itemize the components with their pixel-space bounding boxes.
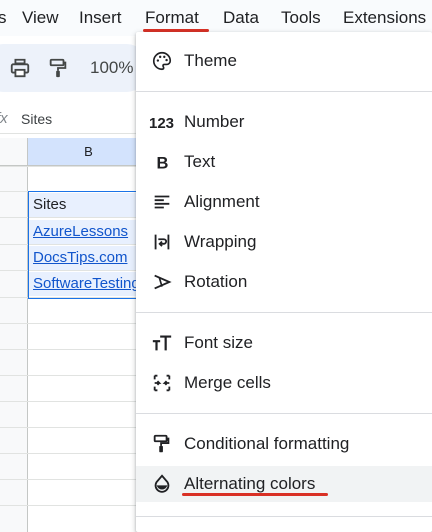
column-header-b[interactable]: B [28,138,150,166]
menu-label: Font size [184,333,253,352]
align-left-icon [150,190,174,214]
merge-cells-icon [150,371,174,395]
svg-text:B: B [157,154,169,172]
formula-input[interactable]: Sites [21,111,52,127]
menu-view[interactable]: View [22,8,59,28]
menu-insert[interactable]: Insert [79,8,122,28]
palette-icon [150,49,174,73]
font-size-icon [150,331,174,355]
fx-label: fx [0,110,8,127]
menu-item-conditional-formatting[interactable]: Conditional formatting [136,426,432,462]
zoom-level[interactable]: 100% [90,58,133,78]
text-rotation-icon [150,270,174,294]
menu-label: Wrapping [184,232,257,251]
menu-item-alternating-colors[interactable]: Alternating colors [136,466,432,502]
menu-extensions-partial[interactable]: s [0,8,7,28]
menu-separator [136,312,432,313]
menu-item-font-size[interactable]: Font size [136,325,432,361]
menu-item-alignment[interactable]: Alignment [136,184,432,220]
menu-data[interactable]: Data [223,8,259,28]
menu-label: Merge cells [184,373,271,392]
paint-roller-icon [150,432,174,456]
menu-separator [136,413,432,414]
drop-icon [150,472,174,496]
menu-item-text[interactable]: B Text [136,144,432,180]
menu-tools[interactable]: Tools [281,8,321,28]
menu-label: Conditional formatting [184,434,350,453]
selection-range [28,191,150,299]
menubar: s View Insert Format Data Tools Extensio… [0,0,432,36]
alternating-colors-annotation-underline [182,493,328,496]
menu-label: Theme [184,51,237,70]
print-icon[interactable] [8,56,32,80]
wrap-text-icon [150,230,174,254]
menu-separator [136,516,432,517]
paint-format-icon[interactable] [46,56,70,80]
menu-item-merge-cells[interactable]: Merge cells [136,365,432,401]
menu-extensions[interactable]: Extensions [343,8,426,28]
bold-b-icon: B [150,150,174,174]
menu-label: Rotation [184,272,248,291]
menu-label: Alignment [184,192,260,211]
menu-item-theme[interactable]: Theme [136,43,432,79]
svg-text:123: 123 [149,115,174,132]
format-menu: Theme 123 Number B Text Alignment Wrappi… [136,32,432,532]
select-all-corner[interactable] [0,138,28,166]
menu-item-wrapping[interactable]: Wrapping [136,224,432,260]
menu-separator [136,91,432,92]
menu-format[interactable]: Format [145,8,199,28]
menu-label: Text [184,152,216,171]
menu-item-rotation[interactable]: Rotation [136,264,432,300]
menu-label: Number [184,112,245,131]
number-123-icon: 123 [148,110,176,134]
menu-item-number[interactable]: 123 Number [136,104,432,140]
menu-label: Alternating colors [184,474,316,493]
